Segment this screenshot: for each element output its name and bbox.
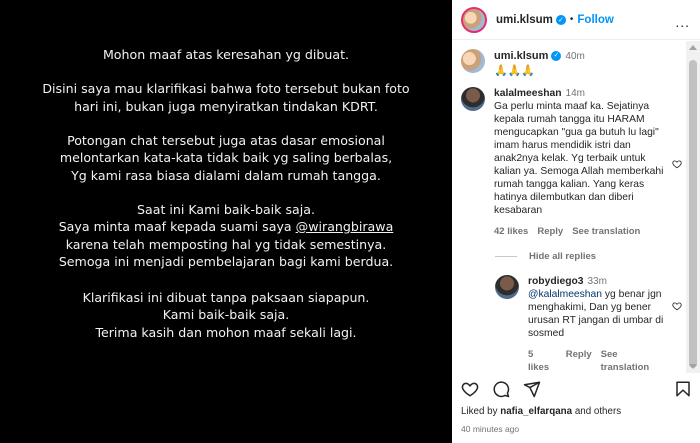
- comment: kalalmeeshan 14m Ga perlu minta maaf ka. …: [452, 87, 686, 238]
- reply-username[interactable]: robydiego3: [528, 276, 584, 287]
- post-text: Saat ini Kami baik-baik saja. Saya minta…: [58, 201, 315, 235]
- comment-time: 14m: [565, 88, 585, 99]
- comments-scrollbar[interactable]: [686, 41, 700, 373]
- header-username[interactable]: umi.klsum: [496, 14, 553, 26]
- comment-actions: 42 likes Reply See translation: [494, 225, 670, 238]
- caption-body: umi.klsum ✓ 40m 🙏🙏🙏: [494, 49, 585, 87]
- see-translation-button[interactable]: See translation: [572, 225, 640, 238]
- more-options-icon[interactable]: ...: [675, 14, 690, 30]
- caption: umi.klsum ✓ 40m 🙏🙏🙏: [452, 41, 686, 87]
- scroll-up-arrow-icon[interactable]: [689, 45, 697, 50]
- post-text-line: Klarifikasi ini dibuat tanpa paksaan sia…: [82, 289, 370, 340]
- reply-text-block: @kalalmeeshan yg benar jgn menghakimi, D…: [528, 288, 668, 340]
- liked-by: Liked by nafia_elfarqana and others: [461, 406, 621, 417]
- scrollbar-thumb[interactable]: [689, 60, 697, 368]
- comment-icon[interactable]: [492, 380, 510, 398]
- see-translation-button[interactable]: See translation: [601, 348, 668, 373]
- comment-text: Ga perlu minta maaf ka. Sejatinya kepala…: [494, 101, 664, 216]
- comments-list[interactable]: umi.klsum ✓ 40m 🙏🙏🙏 kalalmeeshan 14m Ga per…: [452, 41, 686, 373]
- reply-comment: robydiego3 33m @kalalmeeshan yg benar jgn…: [452, 262, 686, 373]
- post-text-paragraph: Saat ini Kami baik-baik saja. Saya minta…: [0, 201, 452, 271]
- like-comment-icon[interactable]: [672, 159, 682, 169]
- post-header: umi.klsum ✓ • Follow ...: [452, 0, 700, 40]
- comment-username[interactable]: kalalmeeshan: [494, 88, 562, 99]
- post-timestamp: 40 minutes ago: [461, 424, 520, 434]
- reply-likes[interactable]: 5 likes: [528, 348, 557, 373]
- liked-by-user[interactable]: nafia_elfarqana: [500, 406, 572, 417]
- scroll-down-arrow-icon[interactable]: [689, 364, 697, 369]
- post-action-bar: [452, 376, 700, 402]
- follow-button[interactable]: Follow: [577, 14, 613, 26]
- post-text-line: Mohon maaf atas keresahan yg dibuat.: [102, 47, 350, 62]
- verified-icon: ✓: [555, 14, 566, 25]
- post-text: karena telah memposting hal yg tidak sem…: [58, 236, 394, 270]
- avatar[interactable]: [461, 6, 487, 33]
- liked-by-prefix: Liked by: [461, 406, 501, 417]
- separator-dot: •: [569, 14, 574, 25]
- heart-icon[interactable]: [461, 380, 479, 398]
- save-bookmark-icon[interactable]: [674, 380, 692, 398]
- verified-icon: ✓: [551, 51, 562, 62]
- post-side-panel: umi.klsum ✓ • Follow ... umi.klsum ✓ 40m 🙏…: [452, 0, 700, 443]
- hide-replies-label: Hide all replies: [529, 251, 597, 262]
- avatar[interactable]: [461, 49, 485, 73]
- caption-username[interactable]: umi.klsum: [494, 50, 548, 62]
- caption-text: 🙏🙏🙏: [494, 65, 536, 77]
- reply-button[interactable]: Reply: [566, 348, 592, 373]
- post-text-line: Disini saya mau klarifikasi bahwa foto t…: [42, 81, 410, 114]
- comment-likes[interactable]: 42 likes: [494, 225, 528, 238]
- post-image: Mohon maaf atas keresahan yg dibuat. Dis…: [0, 0, 452, 443]
- reply-actions: 5 likes Reply See translation: [528, 348, 668, 373]
- divider: [495, 256, 517, 257]
- reply-time: 33m: [587, 276, 607, 287]
- reply-body: robydiego3 33m @kalalmeeshan yg benar jgn…: [528, 275, 668, 373]
- hide-replies-button[interactable]: Hide all replies: [495, 251, 686, 262]
- liked-by-suffix[interactable]: and others: [572, 406, 621, 417]
- like-comment-icon[interactable]: [672, 301, 682, 311]
- share-icon[interactable]: [523, 380, 541, 398]
- avatar[interactable]: [461, 87, 485, 111]
- post-mention: @wirangbirawa: [295, 219, 394, 234]
- avatar[interactable]: [495, 275, 519, 299]
- reply-mention[interactable]: @kalalmeeshan: [528, 289, 602, 300]
- post-text-line: Potongan chat tersebut juga atas dasar e…: [59, 132, 393, 183]
- comment-body: kalalmeeshan 14m Ga perlu minta maaf ka. …: [494, 87, 670, 238]
- caption-time: 40m: [565, 51, 585, 62]
- reply-button[interactable]: Reply: [537, 225, 563, 238]
